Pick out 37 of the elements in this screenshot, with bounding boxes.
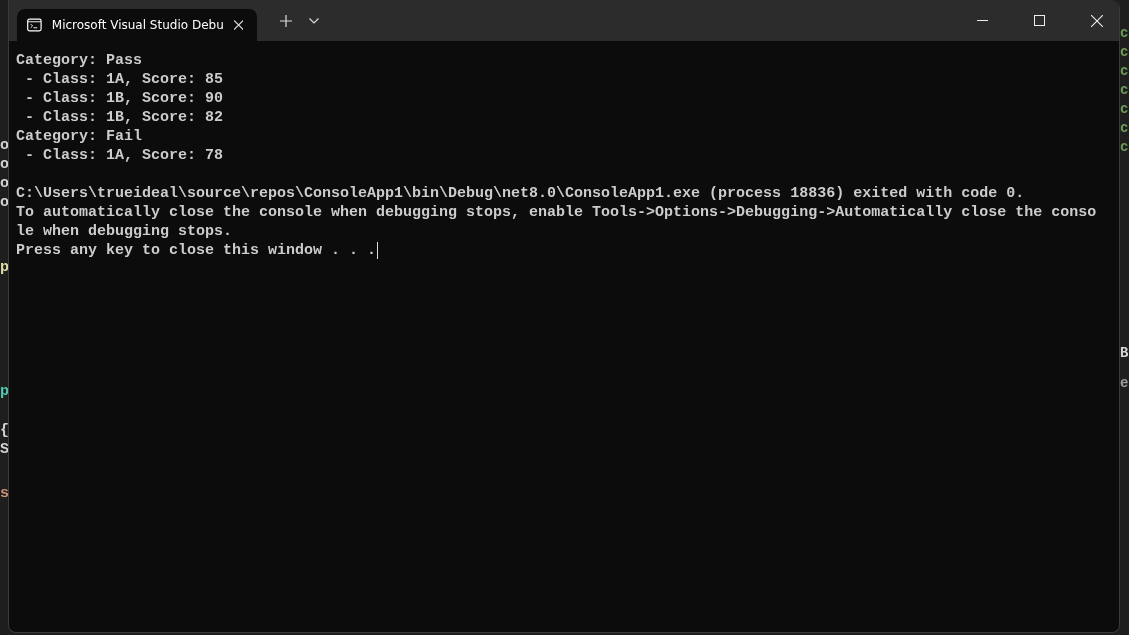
code-fragment: o (0, 155, 9, 174)
dropdown-icon[interactable] (309, 17, 319, 24)
close-icon[interactable] (1091, 14, 1103, 27)
maximize-icon[interactable] (1034, 15, 1045, 26)
code-fragment: c (1120, 119, 1129, 138)
code-fragment: c (1120, 62, 1129, 81)
text-cursor (377, 242, 379, 259)
console-icon (27, 18, 42, 32)
code-fragment: B (1120, 344, 1129, 363)
code-fragment: c (1120, 100, 1129, 119)
code-fragment: o (0, 136, 9, 155)
console-line: - Class: 1B, Score: 82 (24, 108, 224, 127)
code-fragment: e (1120, 374, 1129, 393)
code-fragment: p (0, 258, 9, 277)
code-fragment: o (0, 174, 9, 193)
console-line: le when debugging stops. (16, 222, 233, 241)
console-line: C:\Users\trueideal\source\repos\ConsoleApp1\bin\Debug\net8.0\ConsoleApp1.exe (process 18836) exited with code 0. (16, 184, 1025, 203)
close-icon[interactable] (233, 20, 243, 30)
terminal-tab[interactable]: Microsoft Visual Studio Debu (17, 9, 257, 41)
console-line: Category: Pass (16, 51, 143, 70)
console-line: - Class: 1B, Score: 90 (24, 89, 224, 108)
code-fragment: { (0, 421, 9, 440)
console-line: Category: Fail (16, 127, 143, 146)
code-fragment: c (1120, 24, 1129, 43)
console-line: - Class: 1A, Score: 85 (24, 70, 224, 89)
console-line: To automatically close the console when debugging stops, enable Tools->Options->Debugging->Automatically close the conso (16, 203, 1097, 222)
code-fragment: c (1120, 138, 1129, 157)
new-tab-icon[interactable] (280, 14, 292, 27)
code-fragment: c (1120, 43, 1129, 62)
code-fragment: c (1120, 81, 1129, 100)
console-line: Press any key to close this window . . . (16, 241, 377, 260)
code-fragment: S (0, 440, 9, 459)
code-fragment: p (0, 382, 9, 401)
tab-title: Microsoft Visual Studio Debu (51, 18, 224, 32)
code-fragment: s (0, 484, 9, 503)
code-fragment: o (0, 193, 9, 212)
console-line: - Class: 1A, Score: 78 (24, 146, 224, 165)
